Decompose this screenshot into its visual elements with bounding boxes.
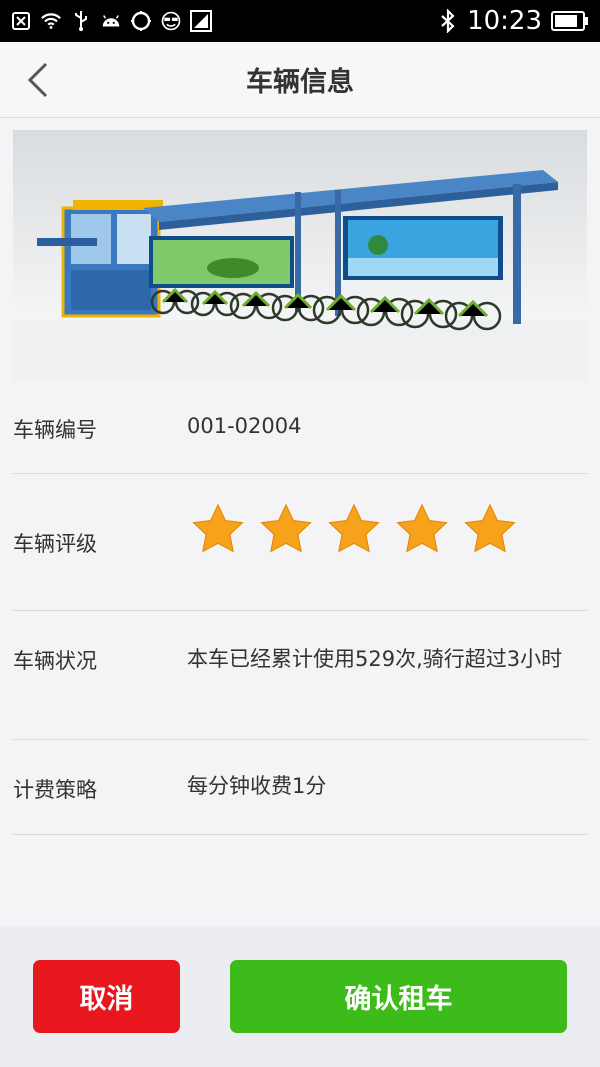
condition-label: 车辆状况: [13, 649, 97, 673]
cancel-button[interactable]: 取消: [33, 960, 180, 1033]
star-icon: [328, 503, 380, 553]
chevron-left-icon: [27, 62, 48, 98]
status-bar: 10:23: [0, 0, 600, 42]
signal-icon: [190, 10, 212, 32]
page-title: 车辆信息: [246, 67, 354, 98]
status-time: 10:23: [467, 6, 542, 36]
back-button[interactable]: [18, 60, 58, 100]
action-footer: 取消 确认租车: [0, 926, 600, 1067]
star-icon: [396, 503, 448, 553]
vehicle-info-content: 车辆编号 001-02004 车辆评级 车辆状况 本车已经累计使用529次,骑行…: [0, 118, 600, 926]
rating-label: 车辆评级: [13, 532, 97, 556]
close-box-icon: [10, 10, 32, 32]
app-header: 车辆信息: [0, 42, 600, 118]
bike-station-illustration: [13, 170, 587, 380]
usb-icon: [70, 10, 92, 32]
number-label: 车辆编号: [13, 418, 97, 442]
star-icon: [192, 503, 244, 553]
wifi-icon: [40, 10, 62, 32]
pricing-value: 每分钟收费1分: [187, 774, 327, 798]
rating-stars: [191, 502, 517, 556]
star-icon: [464, 503, 516, 553]
battery-icon: [550, 10, 590, 32]
star-icon: [260, 503, 312, 553]
android-icon: [100, 10, 122, 32]
circle-icon: [130, 10, 152, 32]
info-row-number: 车辆编号 001-02004: [13, 380, 587, 474]
number-value: 001-02004: [187, 414, 302, 438]
bike-station-image: [13, 130, 587, 380]
condition-value: 本车已经累计使用529次,骑行超过3小时: [187, 647, 563, 671]
bluetooth-icon: [437, 9, 459, 33]
status-left-icons: [10, 10, 212, 32]
info-row-pricing: 计费策略 每分钟收费1分: [13, 740, 587, 835]
info-row-rating: 车辆评级: [13, 474, 587, 611]
status-right: 10:23: [437, 6, 590, 36]
confirm-rent-button[interactable]: 确认租车: [230, 960, 567, 1033]
face-icon: [160, 10, 182, 32]
pricing-label: 计费策略: [13, 778, 97, 802]
info-row-condition: 车辆状况 本车已经累计使用529次,骑行超过3小时: [13, 611, 587, 740]
